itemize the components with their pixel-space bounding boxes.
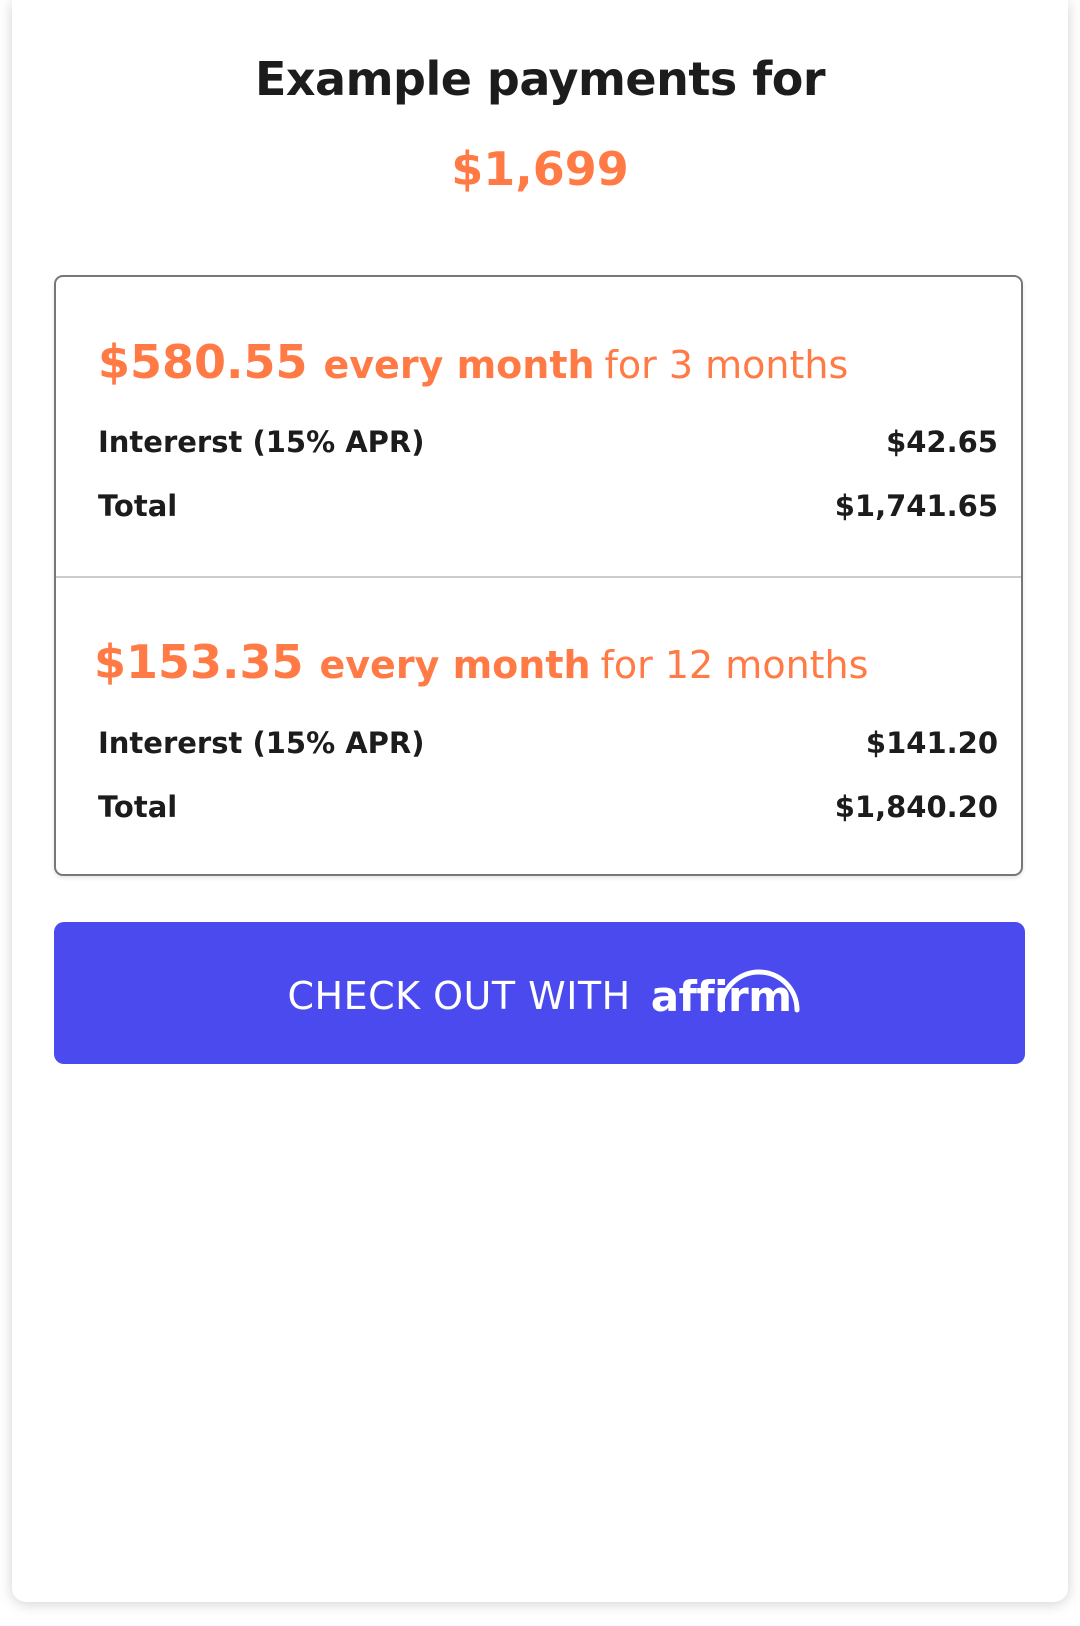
purchase-amount: $1,699 <box>451 142 629 196</box>
affirm-arc-icon <box>718 969 800 1012</box>
plan-headline: $153.35 every month for 12 months <box>94 635 868 689</box>
interest-label: Intererst (15% APR) <box>98 726 425 760</box>
plan-monthly-payment: $153.35 <box>94 635 304 689</box>
plan-frequency: every month <box>323 343 595 387</box>
plan-headline: $580.55 every month for 3 months <box>98 335 848 389</box>
interest-row: Intererst (15% APR) $141.20 <box>98 726 998 760</box>
checkout-with-affirm-button[interactable]: CHECK OUT WITH affirm <box>54 922 1025 1064</box>
plan-monthly-payment: $580.55 <box>98 335 308 389</box>
plan-term: for 12 months <box>600 643 869 687</box>
payment-plans-box: $580.55 every month for 3 months Intererst… <box>54 275 1023 876</box>
interest-label: Intererst (15% APR) <box>98 425 425 459</box>
checkout-label: CHECK OUT WITH <box>287 974 631 1018</box>
affirm-logo: affirm <box>651 969 800 1021</box>
interest-row: Intererst (15% APR) $42.65 <box>98 425 998 459</box>
payment-examples-card: Example payments for $1,699 $580.55 every… <box>12 0 1068 1602</box>
interest-value: $42.65 <box>886 425 998 459</box>
total-label: Total <box>98 790 178 824</box>
payment-plan-12-months: $153.35 every month for 12 months Interers… <box>56 578 1021 878</box>
total-row: Total $1,741.65 <box>98 489 998 523</box>
total-value: $1,840.20 <box>834 790 998 824</box>
page-title: Example payments for <box>254 52 826 106</box>
total-label: Total <box>98 489 178 523</box>
total-value: $1,741.65 <box>834 489 998 523</box>
payment-plan-3-months: $580.55 every month for 3 months Intererst… <box>56 277 1021 578</box>
plan-term: for 3 months <box>604 343 849 387</box>
plan-frequency: every month <box>319 643 591 687</box>
total-row: Total $1,840.20 <box>98 790 998 824</box>
interest-value: $141.20 <box>865 726 998 760</box>
